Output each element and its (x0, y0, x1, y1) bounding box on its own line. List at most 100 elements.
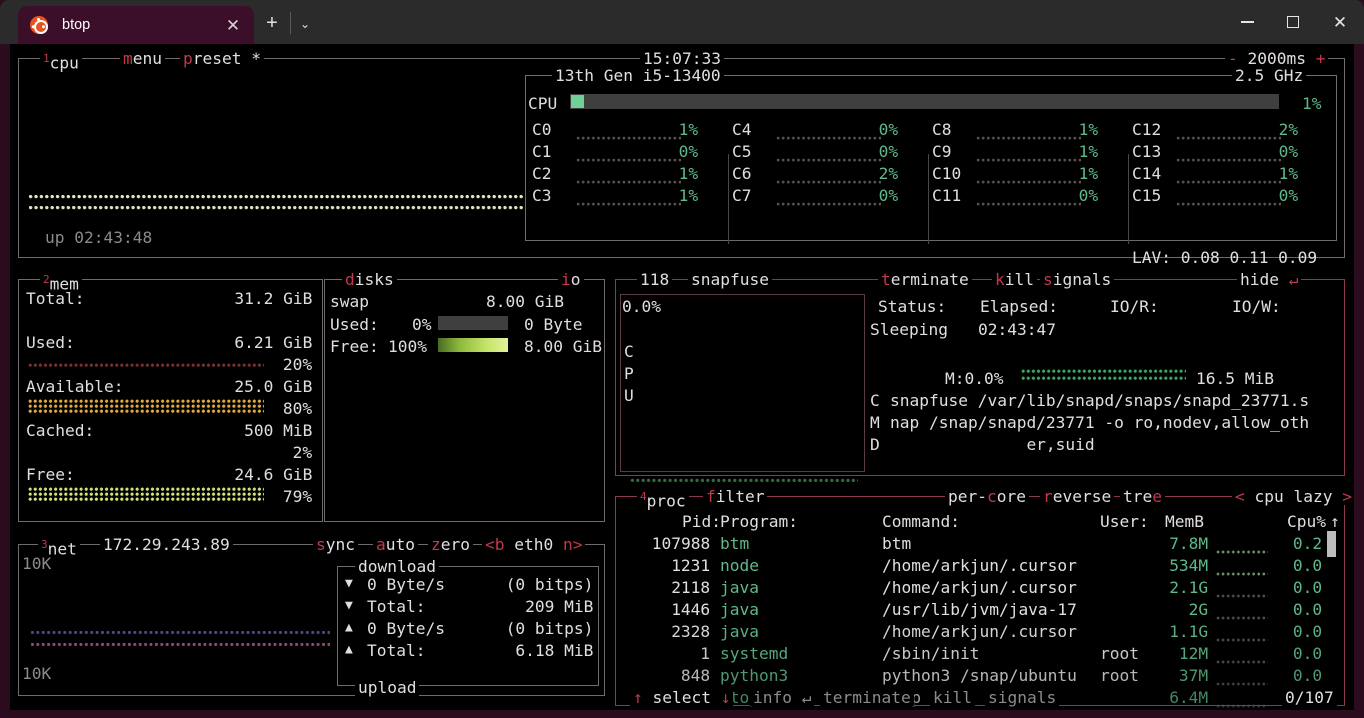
proc-row-program[interactable]: java (720, 579, 759, 596)
proc-row-cpu[interactable]: 0.0 (1293, 667, 1322, 684)
col-header-program[interactable]: Program: (720, 513, 798, 530)
close-icon[interactable]: ✕ (222, 14, 244, 36)
col-header-cpu[interactable]: Cpu% (1287, 513, 1326, 530)
proc-row-mem[interactable]: 1.1G (1169, 623, 1208, 640)
detail-signals-button[interactable]: signals (1040, 271, 1115, 288)
col-header-command[interactable]: Command: (882, 513, 960, 530)
core-label: C11 (932, 186, 962, 205)
cpu-menu-button[interactable]: menu (120, 50, 165, 67)
minimize-button[interactable] (1232, 8, 1262, 36)
detail-terminate-button[interactable]: terminate (878, 271, 972, 288)
cpu-preset-button[interactable]: preset * (180, 50, 264, 67)
chevron-down-icon[interactable]: ⌄ (292, 12, 318, 36)
proc-row-command[interactable]: btm (882, 535, 911, 552)
proc-row-command[interactable]: /usr/lib/jvm/java-17 (882, 601, 1077, 618)
cpu-total-percent: 1% (1302, 94, 1322, 113)
proc-row-cpu[interactable]: 0.0 (1293, 557, 1322, 574)
detail-cmd-prefix-char: C (870, 391, 880, 410)
proc-row-user[interactable]: root (1100, 645, 1139, 662)
net-sync-toggle[interactable]: sync (313, 536, 358, 553)
core-graph (1176, 180, 1281, 186)
proc-row-pid[interactable]: 2118 (671, 579, 710, 596)
proc-row-mem[interactable]: 534M (1169, 557, 1208, 574)
disk-size: 8.00 GiB (486, 292, 564, 311)
cpu-usage-graph (28, 194, 523, 214)
proc-row-pid[interactable]: 1446 (671, 601, 710, 618)
terminal-content[interactable]: 1cpu menu preset * 15:07:33 - 2000ms + u… (10, 44, 1354, 710)
proc-row-program[interactable]: node (720, 557, 759, 574)
proc-row-program[interactable]: btm (720, 535, 749, 552)
core-graph (776, 158, 881, 164)
net-zero-toggle[interactable]: zero (428, 536, 473, 553)
new-tab-button[interactable]: + (258, 11, 286, 37)
detail-cpu-graph-frame (620, 294, 865, 472)
proc-sort-selector[interactable]: < cpu lazy > (1232, 488, 1354, 505)
status-terminate[interactable]: terminate (820, 689, 914, 706)
col-header-pid[interactable]: Pid: (682, 513, 721, 530)
detail-mem-value: 16.5 MiB (1196, 369, 1274, 388)
detail-hide-button[interactable]: hide ↵ (1237, 271, 1302, 288)
proc-row-mem[interactable]: 12M (1179, 645, 1208, 662)
detail-cmd-line: snapfuse /var/lib/snapd/snaps/snapd_2377… (890, 391, 1310, 410)
proc-row-mem[interactable]: 37M (1179, 667, 1208, 684)
proc-percore-toggle[interactable]: per-core (945, 488, 1029, 505)
proc-row-command[interactable]: /home/arkjun/.cursor (882, 623, 1077, 640)
proc-row-mem[interactable]: 7.8M (1169, 535, 1208, 552)
proc-row-cpu[interactable]: 0.0 (1293, 601, 1322, 618)
proc-box-title[interactable]: 4proc (637, 489, 689, 510)
proc-filter-button[interactable]: filter (703, 488, 768, 505)
status-kill[interactable]: kill (930, 689, 975, 706)
proc-row-mem[interactable]: 2.1G (1169, 579, 1208, 596)
core-label: C10 (932, 164, 962, 183)
proc-row-command[interactable]: /home/arkjun/.cursor (882, 557, 1077, 574)
core-label: C15 (1132, 186, 1162, 205)
terminal-tab[interactable]: btop ✕ (18, 6, 254, 44)
core-percent: 1% (678, 186, 699, 205)
col-header-mem[interactable]: MemB (1165, 513, 1204, 530)
core-percent: 0% (878, 142, 899, 161)
mem-row-percent: 79% (282, 487, 313, 506)
proc-row-command[interactable]: python3 /snap/ubuntu (882, 667, 1077, 684)
disks-box-title[interactable]: disks (342, 271, 397, 288)
proc-scrollbar-thumb[interactable] (1327, 531, 1336, 557)
proc-tree-toggle[interactable]: tree (1120, 488, 1165, 505)
maximize-button[interactable] (1278, 8, 1308, 36)
proc-row-cpu[interactable]: 0.0 (1293, 623, 1322, 640)
detail-kill-button[interactable]: kill (992, 271, 1037, 288)
net-interface-selector[interactable]: <b eth0 n> (482, 536, 586, 553)
proc-row-user[interactable]: root (1100, 667, 1139, 684)
cpu-box-title[interactable]: 1cpu (40, 51, 82, 72)
status-select[interactable]: ↑ select ↓ (630, 689, 734, 706)
status-info[interactable]: info ↵ (750, 689, 815, 706)
close-icon: ✕ (1332, 12, 1348, 32)
col-header-user[interactable]: User: (1100, 513, 1149, 530)
proc-row-pid[interactable]: 848 (681, 667, 710, 684)
disks-io-toggle[interactable]: io (558, 271, 584, 288)
proc-row-program[interactable]: java (720, 601, 759, 618)
detail-pid: 118 (637, 271, 673, 288)
proc-row-program[interactable]: systemd (720, 645, 788, 662)
proc-reverse-toggle[interactable]: reverse (1040, 488, 1115, 505)
status-signals[interactable]: signals (985, 689, 1060, 706)
window-close-button[interactable]: ✕ (1325, 8, 1355, 36)
mem-row-label: Free: (26, 465, 75, 484)
net-auto-toggle[interactable]: auto (373, 536, 418, 553)
proc-scroll-down-icon[interactable]: ↓ (1328, 706, 1338, 710)
proc-row-pid[interactable]: 2328 (671, 623, 710, 640)
proc-row-cpu[interactable]: 0.2 (1293, 535, 1322, 552)
proc-row-cpu[interactable]: 0.0 (1293, 579, 1322, 596)
proc-row-pid[interactable]: 1231 (671, 557, 710, 574)
update-interval[interactable]: - 2000ms + (1225, 50, 1329, 67)
proc-row-command[interactable]: /home/arkjun/.cursor (882, 579, 1077, 596)
core-graph (776, 136, 881, 142)
proc-row-command[interactable]: /sbin/init (882, 645, 979, 662)
core-label: C3 (532, 186, 552, 205)
proc-row-program[interactable]: python3 (720, 667, 788, 684)
proc-row-cpu[interactable]: 0.0 (1293, 645, 1322, 662)
proc-row-program[interactable]: java (720, 623, 759, 640)
proc-row-mem[interactable]: 6.4M (1169, 689, 1208, 706)
proc-row-pid[interactable]: 107988 (652, 535, 710, 552)
proc-row-pid[interactable]: 1 (700, 645, 710, 662)
detail-elapsed-value: 02:43:47 (978, 320, 1056, 339)
proc-row-mem[interactable]: 2G (1189, 601, 1209, 618)
